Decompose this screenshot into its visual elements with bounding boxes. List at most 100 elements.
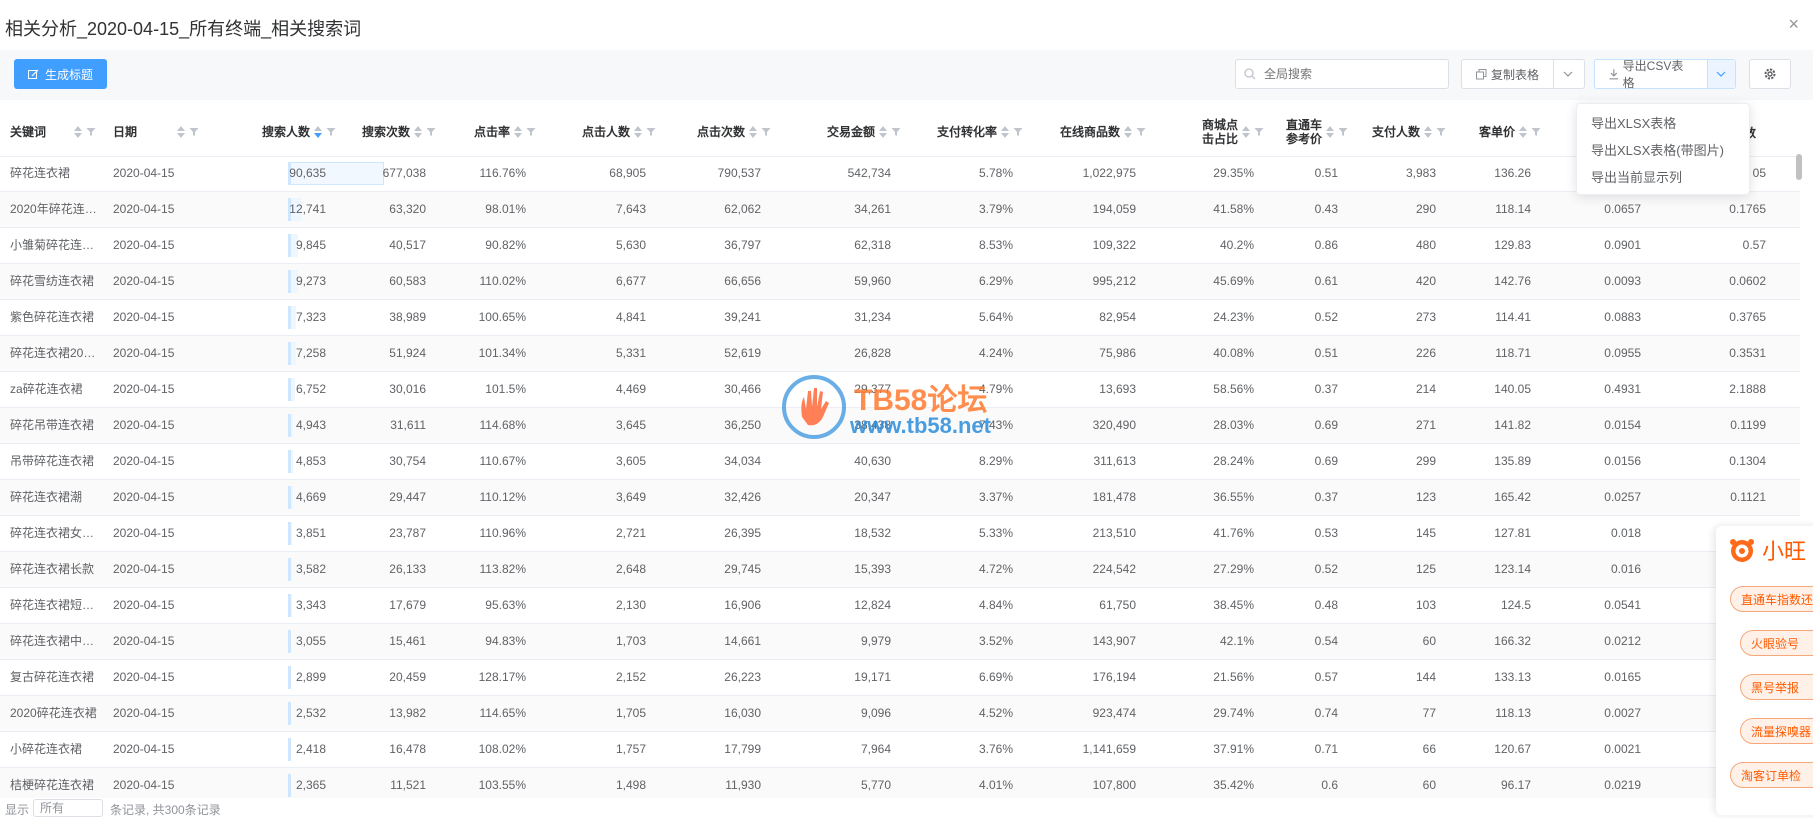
sort-icon[interactable] [514,126,522,138]
filter-icon[interactable] [1436,127,1446,137]
table-row[interactable]: 2020碎花连衣裙 2020-04-15 2,532 13,982 114.65% 1,7… [0,696,1800,732]
table-cell: 0.1121 [1730,490,1766,504]
filter-icon[interactable] [1338,127,1348,137]
page-size-select[interactable]: 所有 [33,799,103,817]
vertical-scrollbar[interactable] [1796,154,1802,180]
table-row[interactable]: 碎花连衣裙长款 2020-04-15 3,582 26,133 113.82% 2,648… [0,552,1800,588]
filter-icon[interactable] [646,127,656,137]
sort-icon[interactable] [414,126,422,138]
table-cell: 145 [1415,526,1436,540]
column-header[interactable]: 搜索人数 [240,108,340,156]
table-cell: 2020-04-15 [113,382,175,396]
close-icon[interactable]: × [1788,14,1799,35]
sort-icon[interactable] [74,126,82,138]
table-row[interactable]: 吊带碎花连衣裙 2020-04-15 4,853 30,754 110.67% 3,605… [0,444,1800,480]
global-search[interactable] [1235,59,1449,89]
column-header[interactable]: 点击次数 [660,108,775,156]
table-row[interactable]: 复古碎花连衣裙 2020-04-15 2,899 20,459 128.17% 2,152… [0,660,1800,696]
sort-icon[interactable] [634,126,642,138]
column-header[interactable]: 日期 [103,108,203,156]
export-menu-item[interactable]: 导出XLSX表格 [1577,110,1749,137]
filter-icon[interactable] [1531,127,1541,137]
column-header[interactable]: 交易金额 [775,108,905,156]
sort-icon[interactable] [1001,126,1009,138]
sort-icon[interactable] [1519,126,1527,138]
filter-icon[interactable] [1254,127,1264,137]
table-row[interactable]: 碎花雪纺连衣裙 2020-04-15 9,273 60,583 110.02% 6,677… [0,264,1800,300]
table-row[interactable]: 碎花连衣裙2020... 2020-04-15 7,258 51,924 101.34%… [0,336,1800,372]
sort-icon[interactable] [749,126,757,138]
export-csv-button[interactable]: 导出CSV表格 [1595,59,1707,90]
export-menu-item[interactable]: 导出当前显示列 [1577,164,1749,191]
column-header[interactable]: 在线商品数 [1027,108,1150,156]
table-cell: 213,510 [1092,526,1136,540]
table-row[interactable]: za碎花连衣裙 2020-04-15 6,752 30,016 101.5% 4,469 3… [0,372,1800,408]
column-header[interactable]: 搜索次数 [340,108,440,156]
column-header[interactable]: 支付转化率 [905,108,1027,156]
table-row[interactable]: 紫色碎花连衣裙 2020-04-15 7,323 38,989 100.65% 4,841… [0,300,1800,336]
table-cell: 290 [1415,202,1436,216]
table-row[interactable]: 2020年碎花连衣裙 2020-04-15 12,741 63,320 98.01% 7,… [0,192,1800,228]
sort-icon[interactable] [879,126,887,138]
table-cell: 15,393 [854,562,891,576]
column-header[interactable]: 直通车 参考价 [1268,108,1352,156]
export-csv-label: 导出CSV表格 [1622,59,1684,90]
table-cell: 0.3531 [1729,346,1766,360]
column-header[interactable]: 客单价 [1450,108,1545,156]
table-row[interactable]: 碎花连衣裙 2020-04-15 90,635 677,038 116.76% 68,90… [0,156,1800,192]
side-tool-button[interactable]: 直通车指数还 [1730,586,1813,612]
sort-icon[interactable] [1424,126,1432,138]
settings-button[interactable] [1749,59,1791,89]
filter-icon[interactable] [1136,127,1146,137]
table-cell: 790,537 [717,166,761,180]
filter-icon[interactable] [761,127,771,137]
filter-icon[interactable] [189,127,199,137]
table-cell: 37.91% [1213,742,1254,756]
table-row[interactable]: 碎花连衣裙短款 ... 2020-04-15 3,343 17,679 95.63% 2,… [0,588,1800,624]
filter-icon[interactable] [426,127,436,137]
column-header-controls [74,126,96,138]
column-header[interactable]: 支付人数 [1352,108,1450,156]
table-cell: 107,800 [1092,778,1136,792]
table-cell: 32,426 [724,490,761,504]
sort-icon[interactable] [1124,126,1132,138]
table-row[interactable]: 碎花连衣裙女春秋 2020-04-15 3,851 23,787 110.96% 2,72… [0,516,1800,552]
filter-icon[interactable] [326,127,336,137]
table-cell: 226 [1415,346,1436,360]
column-header[interactable]: 点击率 [440,108,540,156]
table-row[interactable]: 小雏菊碎花连衣裙 2020-04-15 9,845 40,517 90.82% 5,630… [0,228,1800,264]
sort-icon[interactable] [1326,126,1334,138]
table-cell: 26,133 [389,562,426,576]
export-menu-item[interactable]: 导出XLSX表格(带图片) [1577,137,1749,164]
table-row[interactable]: 小碎花连衣裙 2020-04-15 2,418 16,478 108.02% 1,757 1… [0,732,1800,768]
side-tool-button[interactable]: 淘客订单检 [1730,762,1813,788]
side-tool-button[interactable]: 流量探嗅器 [1740,718,1813,744]
search-input[interactable] [1262,66,1436,82]
table-row[interactable]: 碎花吊带连衣裙 2020-04-15 4,943 31,611 114.68% 3,645… [0,408,1800,444]
table-cell: 28.03% [1213,418,1254,432]
table-cell: 2020碎花连衣裙 [10,706,97,720]
sort-icon[interactable] [1242,126,1250,138]
table-cell: 碎花连衣裙潮 [10,490,83,504]
sort-icon[interactable] [177,126,185,138]
copy-dropdown-toggle[interactable] [1553,60,1582,88]
filter-icon[interactable] [86,127,96,137]
table-cell: 紫色碎花连衣裙 [10,310,95,324]
table-row[interactable]: 桔梗碎花连衣裙 2020-04-15 2,365 11,521 103.55% 1,498… [0,768,1800,798]
sort-icon[interactable] [314,126,322,138]
filter-icon[interactable] [1013,127,1023,137]
filter-icon[interactable] [526,127,536,137]
copy-table-button[interactable]: 复制表格 [1462,60,1553,88]
side-tool-button[interactable]: 黑号举报 [1740,674,1813,700]
column-header[interactable]: 关键词 [0,108,100,156]
table-cell: 214 [1415,382,1436,396]
filter-icon[interactable] [891,127,901,137]
generate-title-button[interactable]: 生成标题 [14,59,108,89]
table-cell: 116.76% [479,166,526,180]
table-row[interactable]: 碎花连衣裙中长款 2020-04-15 3,055 15,461 94.83% 1,703… [0,624,1800,660]
export-dropdown-toggle[interactable] [1706,60,1735,88]
column-header[interactable]: 商城点 击占比 [1150,108,1268,156]
side-tool-button[interactable]: 火眼验号 [1740,630,1813,656]
table-row[interactable]: 碎花连衣裙潮 2020-04-15 4,669 29,447 110.12% 3,649 3… [0,480,1800,516]
column-header[interactable]: 点击人数 [540,108,660,156]
